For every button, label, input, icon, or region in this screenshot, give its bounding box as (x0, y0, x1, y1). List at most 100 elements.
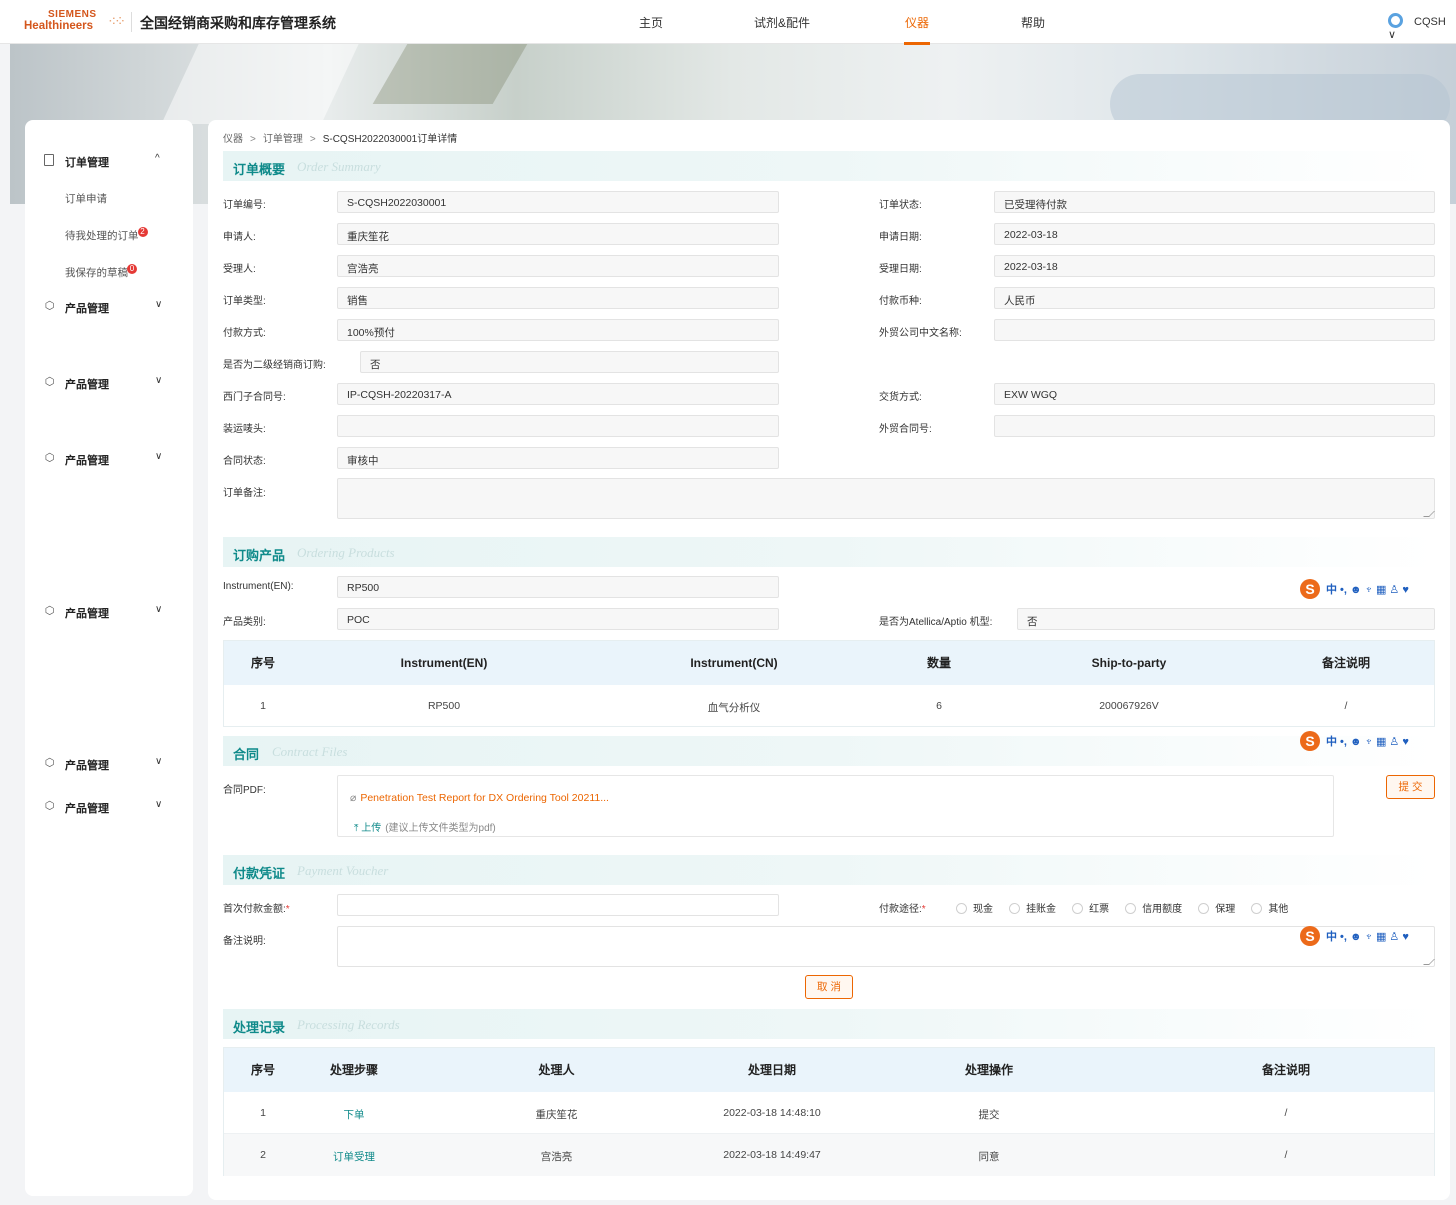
pay-method-label: 付款方式: (223, 328, 266, 339)
contract-file-link[interactable]: ⌀ Penetration Test Report for DX Ordering… (350, 792, 609, 804)
sidebar-group-order-management[interactable]: 订单管理 ^ (25, 149, 193, 173)
box-icon: ⬡ (44, 605, 55, 617)
apply-date-field[interactable]: 2022-03-18 (994, 223, 1435, 245)
radio-factoring[interactable]: 保理 (1198, 900, 1235, 915)
user-menu[interactable]: CQSH ∨ (1388, 13, 1456, 41)
delivery-label: 交货方式: (879, 392, 922, 403)
order-remark-textarea[interactable] (337, 478, 1435, 519)
order-type-label: 订单类型: (223, 296, 266, 307)
pay-method-field[interactable]: 100%预付 (337, 319, 779, 341)
payment-note-label: 备注说明: (223, 936, 266, 947)
nav-reagents[interactable]: 试剂&配件 (754, 14, 810, 31)
products-table: 序号 Instrument(EN) Instrument(CN) 数量 Ship… (223, 640, 1435, 727)
delivery-field[interactable]: EXW WGQ (994, 383, 1435, 405)
sidebar-group-product-management[interactable]: ⬡ 产品管理 ∨ (25, 752, 193, 776)
column-header: 序号 (250, 656, 275, 670)
section-subtitle: Ordering Products (297, 545, 395, 560)
column-header: 处理日期 (747, 1063, 796, 1077)
applicant-field[interactable]: 重庆笙花 (337, 223, 779, 245)
nav-instruments[interactable]: 仪器 (905, 14, 929, 31)
nav-active-indicator (904, 42, 930, 45)
nav-help[interactable]: 帮助 (1021, 14, 1045, 31)
sidebar-group-product-management[interactable]: ⬡ 产品管理 ∨ (25, 447, 193, 471)
column-header: Instrument(CN) (690, 656, 778, 670)
box-icon: ⬡ (44, 376, 55, 388)
radio-credit-account[interactable]: 挂账金 (1009, 900, 1056, 915)
radio-cash[interactable]: 现金 (956, 900, 993, 915)
submit-button[interactable]: 提 交 (1386, 775, 1435, 799)
sidebar-group-label: 产品管理 (65, 608, 109, 620)
product-category-field[interactable]: POC (337, 608, 779, 630)
radio-label: 红票 (1089, 904, 1110, 915)
handle-date-field[interactable]: 2022-03-18 (994, 255, 1435, 277)
ime-toolbar[interactable]: S 中 •, ☻ ♆ ▦ ♙ ♥ (1300, 579, 1409, 599)
section-header-contract-files: 合同 Contract Files (223, 736, 1435, 766)
ime-toolbar[interactable]: S 中 •, ☻ ♆ ▦ ♙ ♥ (1300, 926, 1409, 946)
radio-credit-limit[interactable]: 信用额度 (1125, 900, 1182, 915)
first-payment-input[interactable] (337, 894, 779, 916)
section-subtitle: Payment Voucher (297, 863, 389, 878)
section-header-order-summary: 订单概要 Order Summary (223, 151, 1435, 181)
breadcrumb-item[interactable]: 仪器 (223, 134, 243, 145)
payment-note-textarea[interactable] (337, 926, 1435, 967)
column-header: 备注说明 (1261, 1063, 1310, 1077)
column-header: Instrument(EN) (400, 656, 488, 670)
table-cell: 血气分析仪 (707, 702, 761, 714)
handler-field[interactable]: 宫浩亮 (337, 255, 779, 277)
sidebar-item-drafts[interactable]: 我保存的草稿 0 (65, 264, 137, 280)
sidebar-group-label: 产品管理 (65, 379, 109, 391)
box-icon: ⬡ (44, 452, 55, 464)
column-header: Ship-to-party (1091, 656, 1167, 670)
box-icon: ⬡ (44, 300, 55, 312)
breadcrumb-current: S-CQSH2022030001订单详情 (322, 134, 458, 145)
radio-label: 信用额度 (1142, 904, 1183, 915)
instrument-en-field[interactable]: RP500 (337, 576, 779, 598)
table-cell-link[interactable]: 订单受理 (304, 1149, 404, 1164)
contract-pdf-label: 合同PDF: (223, 785, 266, 796)
table-cell: / (1284, 1107, 1288, 1119)
contract-status-field[interactable]: 审核中 (337, 447, 779, 469)
foreign-company-field[interactable] (994, 319, 1435, 341)
order-no-field[interactable]: S-CQSH2022030001 (337, 191, 779, 213)
chevron-down-icon: ∨ (155, 756, 163, 767)
ime-tools-icons: 中 •, ☻ ♆ ▦ ♙ ♥ (1326, 736, 1409, 748)
table-cell-link[interactable]: 下单 (304, 1107, 404, 1122)
sidebar-item-order-apply[interactable]: 订单申请 (65, 191, 107, 206)
sidebar-group-product-management[interactable]: ⬡ 产品管理 ∨ (25, 371, 193, 395)
column-header: 备注说明 (1321, 656, 1370, 670)
radio-label: 其他 (1268, 904, 1289, 915)
ime-logo-icon: S (1300, 926, 1320, 946)
currency-field[interactable]: 人民币 (994, 287, 1435, 309)
atellica-field[interactable]: 否 (1017, 608, 1435, 630)
sidebar-group-product-management[interactable]: ⬡ 产品管理 ∨ (25, 295, 193, 319)
table-cell: 1 (260, 700, 266, 712)
label-text: 付款途径: (879, 904, 922, 915)
column-header: 数量 (926, 656, 951, 670)
section-title: 订购产品 (233, 549, 286, 564)
table-cell: RP500 (427, 700, 461, 712)
radio-red-invoice[interactable]: 红票 (1072, 900, 1109, 915)
contract-file-area: ⌀ Penetration Test Report for DX Ordering… (337, 775, 1334, 837)
logo-divider (131, 12, 132, 32)
sidebar-item-pending-orders[interactable]: 待我处理的订单 2 (65, 227, 148, 243)
section-subtitle: Order Summary (297, 159, 381, 174)
radio-other[interactable]: 其他 (1251, 900, 1288, 915)
order-type-field[interactable]: 销售 (337, 287, 779, 309)
upload-button[interactable]: ⤒ 上传 (建议上传文件类型为pdf) (354, 819, 496, 834)
sidebar-group-product-management[interactable]: ⬡ 产品管理 ∨ (25, 600, 193, 624)
shipping-mark-field[interactable] (337, 415, 779, 437)
order-status-label: 订单状态: (879, 200, 922, 211)
chevron-up-icon: ^ (155, 153, 160, 164)
breadcrumb-item[interactable]: 订单管理 (263, 134, 303, 145)
secondary-dealer-field[interactable]: 否 (360, 351, 779, 373)
app-title: 全国经销商采购和库存管理系统 (140, 15, 336, 31)
sidebar-group-product-management[interactable]: ⬡ 产品管理 ∨ (25, 795, 193, 819)
siemens-healthineers-logo[interactable]: SIEMENS Healthineers ⁖⁘ (24, 9, 126, 35)
order-status-field[interactable]: 已受理待付款 (994, 191, 1435, 213)
ime-toolbar[interactable]: S 中 •, ☻ ♆ ▦ ♙ ♥ (1300, 731, 1409, 751)
foreign-contract-field[interactable] (994, 415, 1435, 437)
nav-home[interactable]: 主页 (639, 14, 663, 31)
contract-no-field[interactable]: IP-CQSH-20220317-A (337, 383, 779, 405)
handle-date-label: 受理日期: (879, 264, 922, 275)
cancel-button[interactable]: 取 消 (805, 975, 853, 999)
